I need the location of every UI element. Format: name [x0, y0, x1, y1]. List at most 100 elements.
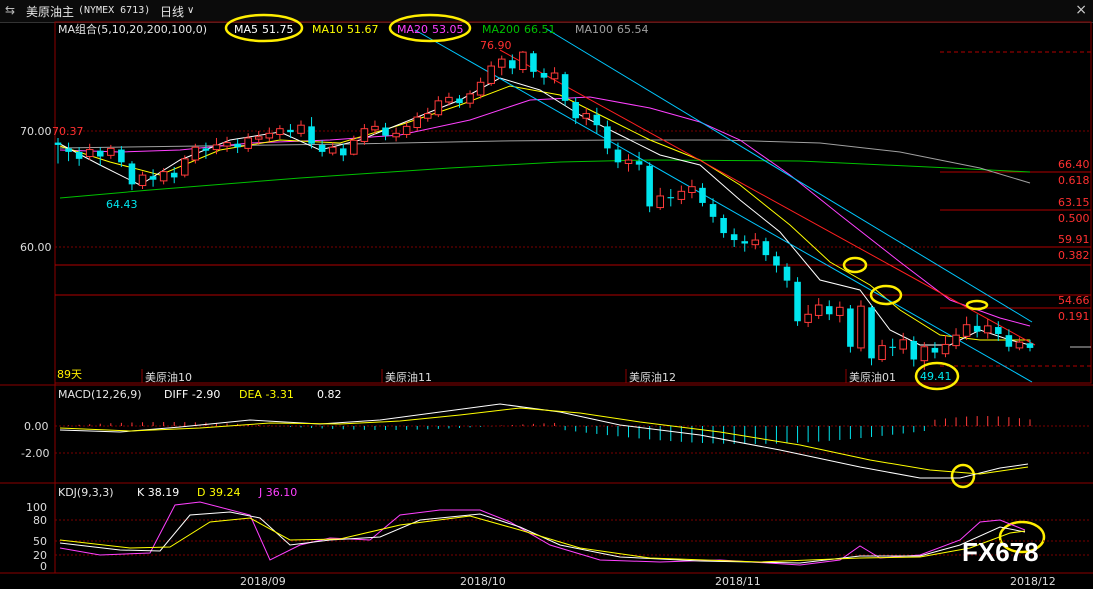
candle-body — [1026, 343, 1034, 348]
kdj-title[interactable]: KDJ(9,3,3) — [58, 486, 114, 499]
candle-body — [96, 150, 104, 157]
candle-body — [191, 146, 200, 161]
kdj-tick-50: 50 — [33, 535, 47, 548]
candle-body — [254, 136, 263, 140]
candle-body — [530, 53, 537, 72]
trend-lines — [414, 27, 1036, 383]
candle-body — [287, 129, 294, 133]
candle-body — [85, 149, 94, 158]
macd-dea: DEA -3.31 — [239, 388, 294, 401]
high-label: 76.90 — [480, 39, 512, 52]
candle-body — [107, 147, 115, 156]
macd-diff-line — [59, 403, 1029, 479]
watermark: FX678 — [962, 537, 1039, 567]
macd-diff: DIFF -2.90 — [164, 388, 220, 401]
candle-body — [149, 176, 157, 180]
candle-body — [424, 113, 432, 119]
candle-body — [878, 345, 886, 361]
main-panel-frame — [54, 21, 1092, 384]
macd-histogram — [68, 416, 1031, 444]
candle-body — [604, 126, 611, 149]
contract-label-01: 美原油01 — [849, 370, 896, 384]
candle-body — [360, 128, 369, 142]
candle-body — [582, 113, 591, 119]
macd-value: 0.82 — [317, 388, 342, 401]
candle-body — [54, 142, 62, 145]
macd-title[interactable]: MACD(12,26,9) — [58, 388, 142, 401]
low-label-right: 49.41 — [920, 370, 952, 383]
candle-body — [550, 72, 559, 80]
candle-body — [656, 195, 664, 209]
candle-body — [223, 142, 231, 147]
kdj-j: J 36.10 — [258, 486, 297, 499]
candle-body — [794, 281, 801, 322]
candle-body — [519, 51, 527, 71]
fib-ratio-4: 0.191 — [1058, 310, 1090, 323]
candle-body — [392, 132, 400, 138]
candle-body — [413, 116, 421, 129]
chart-canvas: MA组合(5,10,20,200,100,0) MA5 51.75 MA10 5… — [0, 13, 1093, 588]
legend-ma100: MA100 — [575, 23, 613, 36]
candle-body — [931, 347, 939, 353]
candle-body — [720, 218, 727, 234]
candle-body — [783, 266, 791, 281]
macd-lines — [59, 403, 1029, 479]
highlight-ellipses — [224, 13, 1046, 554]
candle-body — [308, 126, 315, 144]
candle-body — [445, 96, 453, 103]
macd-tick-neg2: -2.00 — [21, 447, 49, 460]
candle-body — [118, 149, 125, 163]
fib-price-1: 66.40 — [1058, 158, 1090, 171]
candle-body — [677, 190, 686, 200]
candle-body — [181, 158, 189, 176]
candle-body — [814, 304, 823, 316]
macd-panel: MACD(12,26,9) DIFF -2.90 DEA -3.31 0.82 … — [21, 388, 1091, 460]
candle-body — [973, 325, 981, 332]
y-tick-70: 70.00 — [20, 125, 52, 138]
candle-body — [382, 127, 389, 136]
candle-body — [234, 143, 241, 148]
main-grid — [55, 51, 1091, 367]
candle-body — [159, 171, 168, 182]
price-label-7037: 70.37 — [52, 125, 84, 138]
candle-body — [540, 73, 548, 78]
candle-body — [941, 343, 950, 355]
fib-ratio-2: 0.500 — [1058, 212, 1090, 225]
candle-body — [212, 144, 221, 151]
candle-body — [170, 172, 178, 178]
candle-body — [995, 327, 1002, 334]
kdj-tick-100: 100 — [26, 501, 47, 514]
candle-body — [202, 148, 210, 151]
highlight-macd — [950, 463, 976, 489]
macd-tick-0: 0.00 — [24, 420, 49, 433]
kdj-tick-0: 0 — [40, 560, 47, 573]
ma-group-label[interactable]: MA组合(5,10,20,200,100,0) — [58, 22, 207, 36]
candle-body — [983, 325, 992, 334]
legend-ma5: MA5 — [234, 23, 258, 36]
kdj-k: K 38.19 — [137, 486, 179, 499]
x-tick-2018-11: 2018/11 — [715, 575, 761, 588]
candle-body — [910, 340, 918, 360]
contract-label-12: 美原油12 — [629, 370, 676, 384]
days-label: 89天 — [57, 368, 82, 381]
legend-ma200-value: 66.51 — [524, 23, 556, 36]
candle-body — [339, 148, 347, 156]
candle-body — [773, 256, 780, 266]
candle-body — [836, 306, 844, 316]
candle-body — [646, 165, 653, 207]
candle-body — [889, 346, 896, 348]
candle-body — [899, 339, 907, 350]
candle-body — [624, 159, 633, 164]
kdj-panel: KDJ(9,3,3) K 38.19 D 39.24 J 36.10 100 8… — [26, 486, 1091, 573]
candle-body — [699, 187, 706, 203]
ma10-line — [59, 85, 1030, 341]
candle-body — [952, 334, 960, 347]
legend-ma5-value: 51.75 — [262, 23, 294, 36]
candle-body — [709, 204, 717, 217]
highlight-point-3 — [965, 299, 989, 311]
legend-ma10-value: 51.67 — [347, 23, 379, 36]
candle-body — [276, 128, 284, 135]
kdj-d: D 39.24 — [197, 486, 240, 499]
y-tick-60: 60.00 — [20, 241, 52, 254]
fib-price-3: 59.91 — [1058, 233, 1090, 246]
